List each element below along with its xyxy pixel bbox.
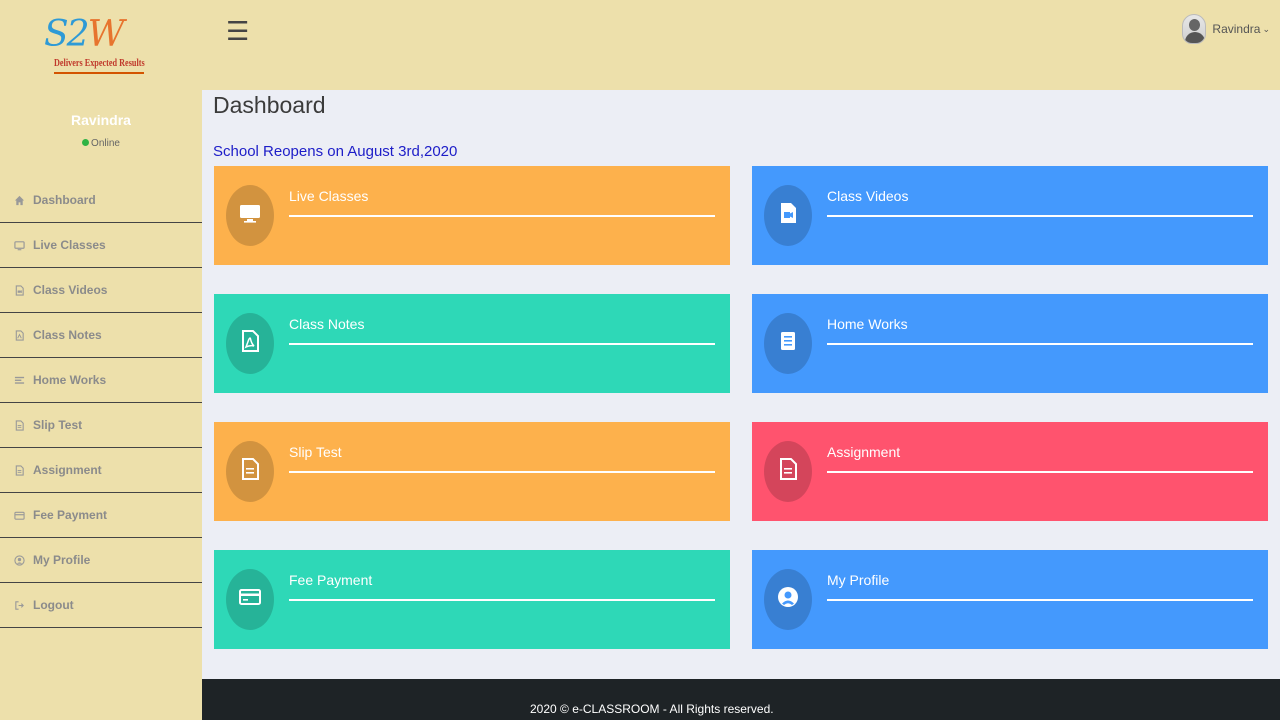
card-label: My Profile bbox=[827, 572, 890, 588]
monitor-icon bbox=[238, 201, 262, 230]
sidebar-item-label: Home Works bbox=[33, 373, 107, 387]
document-icon bbox=[238, 457, 262, 486]
avatar[interactable] bbox=[1182, 14, 1207, 44]
card-label: Class Videos bbox=[827, 188, 909, 204]
sidebar-item-label: Class Notes bbox=[33, 328, 102, 342]
card-divider bbox=[827, 215, 1253, 217]
logout-icon bbox=[14, 600, 25, 611]
card-icon-circle bbox=[226, 185, 274, 246]
card-icon-circle bbox=[764, 185, 812, 246]
notepad-icon bbox=[776, 329, 800, 358]
card-icon-circle bbox=[226, 313, 274, 374]
sidebar-item-class-notes[interactable]: Class Notes bbox=[0, 313, 202, 358]
online-status: Online bbox=[0, 138, 202, 149]
page-title: Dashboard bbox=[213, 92, 326, 118]
sidebar-item-home-works[interactable]: Home Works bbox=[0, 358, 202, 403]
logo-tagline: Delivers Expected Results bbox=[54, 58, 145, 69]
document-icon bbox=[14, 464, 25, 476]
credit-card-icon bbox=[14, 510, 25, 521]
footer-copyright: 2020 © e-CLASSROOM - All Rights reserved… bbox=[530, 702, 774, 716]
sidebar-item-label: Dashboard bbox=[33, 193, 96, 207]
card-divider bbox=[289, 215, 715, 217]
card-divider bbox=[827, 599, 1253, 601]
logo-wordmark: S2W bbox=[44, 14, 125, 55]
sidebar-item-dashboard[interactable]: Dashboard bbox=[0, 178, 202, 223]
card-divider bbox=[289, 343, 715, 345]
footer: 2020 © e-CLASSROOM - All Rights reserved… bbox=[202, 679, 1280, 720]
card-label: Home Works bbox=[827, 316, 908, 332]
user-circle-icon bbox=[776, 585, 800, 614]
logo-underline bbox=[54, 72, 144, 74]
pdf-file-icon bbox=[14, 329, 25, 341]
card-label: Fee Payment bbox=[289, 572, 373, 588]
home-icon bbox=[14, 195, 25, 206]
user-circle-icon bbox=[14, 554, 25, 566]
sidebar-item-label: Slip Test bbox=[33, 418, 83, 432]
video-file-icon bbox=[776, 201, 800, 230]
sidebar-item-label: Logout bbox=[33, 598, 74, 612]
sidebar-item-label: Fee Payment bbox=[33, 508, 108, 522]
online-status-label: Online bbox=[91, 138, 120, 149]
online-dot-icon bbox=[82, 139, 90, 146]
top-header: S2W Delivers Expected Results ☰ Ravindra… bbox=[0, 0, 1280, 90]
header-user-name[interactable]: Ravindra bbox=[1212, 22, 1260, 36]
document-icon bbox=[776, 457, 800, 486]
card-fee-payment[interactable]: Fee Payment bbox=[214, 550, 730, 649]
video-file-icon bbox=[14, 284, 25, 296]
card-slip-test[interactable]: Slip Test bbox=[214, 422, 730, 521]
card-label: Class Notes bbox=[289, 316, 365, 332]
sidebar-item-label: Class Videos bbox=[33, 283, 108, 297]
sidebar-menu: Dashboard Live Classes Class Videos Clas… bbox=[0, 178, 202, 628]
card-label: Slip Test bbox=[289, 444, 342, 460]
credit-card-icon bbox=[238, 585, 262, 614]
card-icon-circle bbox=[764, 569, 812, 630]
list-icon bbox=[14, 375, 25, 386]
s2w-logo[interactable]: S2W Delivers Expected Results bbox=[44, 14, 164, 74]
card-divider bbox=[827, 471, 1253, 473]
sidebar-item-label: My Profile bbox=[33, 553, 91, 567]
card-icon-circle bbox=[764, 313, 812, 374]
hamburger-icon[interactable]: ☰ bbox=[226, 18, 249, 44]
card-class-notes[interactable]: Class Notes bbox=[214, 294, 730, 393]
card-icon-circle bbox=[226, 569, 274, 630]
logo-wordmark-part-2: W bbox=[87, 14, 125, 55]
sidebar-item-my-profile[interactable]: My Profile bbox=[0, 538, 202, 583]
user-menu[interactable]: Ravindra ⌄ bbox=[1182, 14, 1270, 44]
card-home-works[interactable]: Home Works bbox=[752, 294, 1268, 393]
card-live-classes[interactable]: Live Classes bbox=[214, 166, 730, 265]
card-divider bbox=[289, 599, 715, 601]
sidebar-item-label: Live Classes bbox=[33, 238, 106, 252]
card-icon-circle bbox=[764, 441, 812, 502]
sidebar-item-live-classes[interactable]: Live Classes bbox=[0, 223, 202, 268]
monitor-icon bbox=[14, 240, 25, 251]
pdf-file-icon bbox=[238, 329, 262, 358]
chevron-down-icon[interactable]: ⌄ bbox=[1262, 24, 1270, 35]
card-label: Assignment bbox=[827, 444, 901, 460]
card-assignment[interactable]: Assignment bbox=[752, 422, 1268, 521]
sidebar-item-label: Assignment bbox=[33, 463, 102, 477]
sidebar-item-slip-test[interactable]: Slip Test bbox=[0, 403, 202, 448]
sidebar-item-fee-payment[interactable]: Fee Payment bbox=[0, 493, 202, 538]
card-label: Live Classes bbox=[289, 188, 369, 204]
sidebar-user-name: Ravindra bbox=[71, 112, 131, 128]
logo-wordmark-part-1: S2 bbox=[44, 14, 90, 55]
sidebar-item-logout[interactable]: Logout bbox=[0, 583, 202, 628]
document-icon bbox=[14, 419, 25, 431]
card-class-videos[interactable]: Class Videos bbox=[752, 166, 1268, 265]
sidebar-item-class-videos[interactable]: Class Videos bbox=[0, 268, 202, 313]
card-my-profile[interactable]: My Profile bbox=[752, 550, 1268, 649]
card-divider bbox=[289, 471, 715, 473]
sidebar: Ravindra Online Dashboard Live Classes C… bbox=[0, 90, 202, 720]
notice-text: School Reopens on August 3rd,2020 bbox=[213, 143, 458, 160]
card-icon-circle bbox=[226, 441, 274, 502]
card-divider bbox=[827, 343, 1253, 345]
sidebar-item-assignment[interactable]: Assignment bbox=[0, 448, 202, 493]
